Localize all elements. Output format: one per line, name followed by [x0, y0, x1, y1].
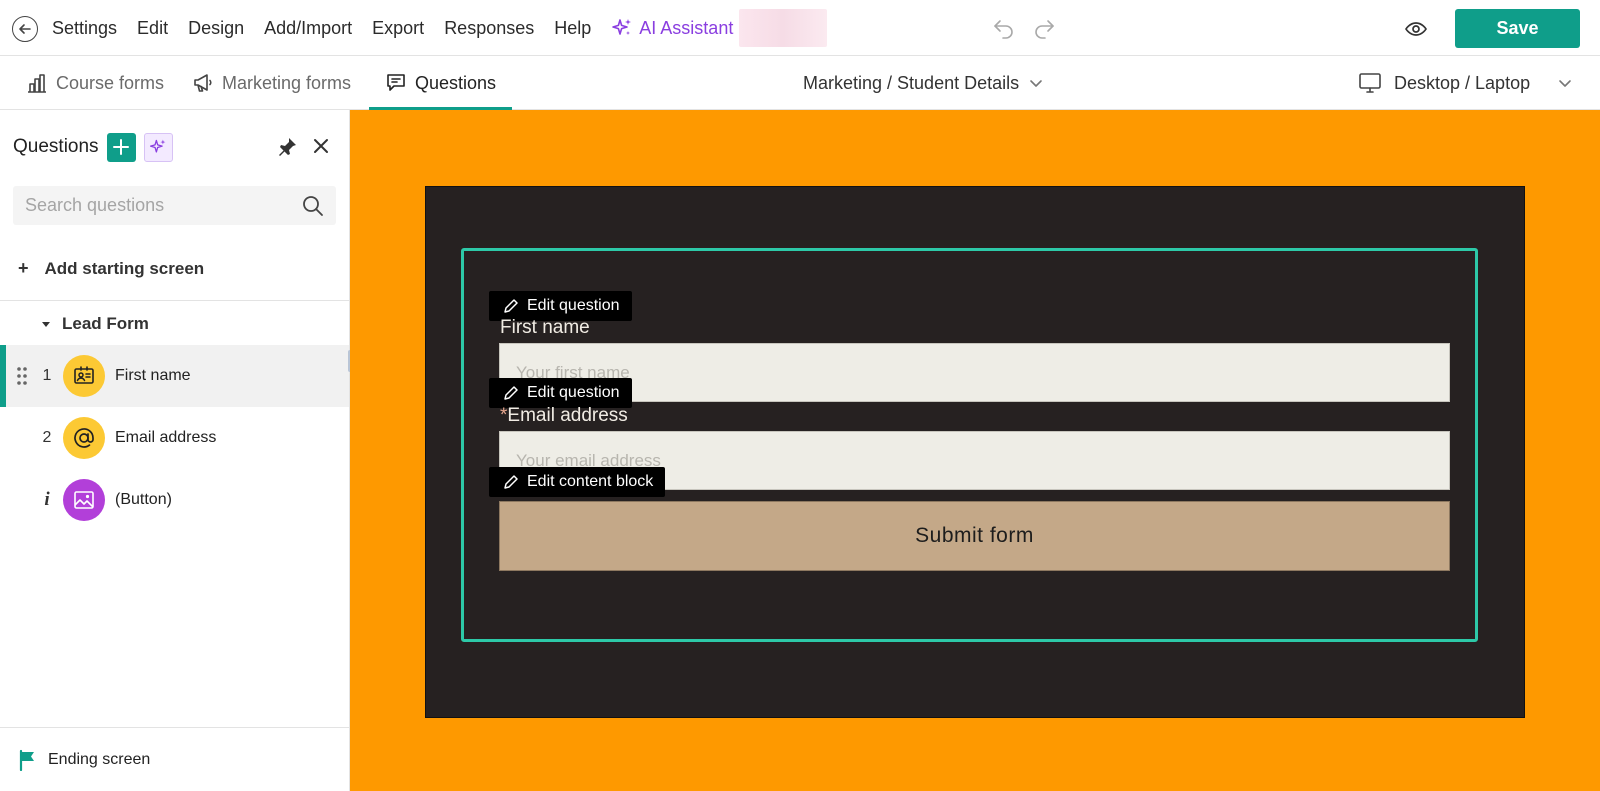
plus-icon: + — [18, 258, 29, 278]
form-breadcrumb-dropdown[interactable]: Marketing / Student Details — [803, 56, 1043, 110]
menu-edit[interactable]: Edit — [137, 18, 168, 39]
caret-down-icon — [42, 322, 50, 327]
menu-export[interactable]: Export — [372, 18, 424, 39]
redo-icon — [1035, 20, 1054, 39]
menu-help[interactable]: Help — [554, 18, 591, 39]
id-card-icon — [63, 355, 105, 397]
main-menu: Settings Edit Design Add/Import Export R… — [52, 0, 828, 56]
first-name-input[interactable] — [499, 343, 1450, 402]
form-card: Edit question First name Edit question *… — [425, 186, 1525, 718]
sparkle-icon — [612, 19, 632, 35]
top-menu-bar: Settings Edit Design Add/Import Export R… — [0, 0, 1600, 56]
email-address-label: *Email address — [500, 405, 628, 427]
secondary-toolbar: Course forms Marketing forms Questions M… — [0, 56, 1600, 110]
pencil-icon — [504, 299, 518, 313]
questions-sidebar: Questions + Add starting sc — [0, 110, 350, 791]
tab-label: Course forms — [56, 72, 165, 93]
drag-handle-icon[interactable] — [16, 366, 28, 386]
device-selector[interactable]: Desktop / Laptop — [1358, 56, 1572, 110]
plus-icon — [113, 139, 130, 155]
search-icon[interactable] — [302, 195, 324, 217]
back-button[interactable] — [12, 16, 38, 42]
question-number: 2 — [42, 429, 52, 446]
save-button[interactable]: Save — [1455, 9, 1580, 48]
sidebar-header: Questions — [13, 132, 173, 162]
device-label: Desktop / Laptop — [1394, 72, 1531, 93]
search-box — [13, 186, 336, 225]
sparkle-icon — [150, 139, 166, 153]
arrow-left-icon — [19, 24, 31, 34]
menu-add-import[interactable]: Add/Import — [264, 18, 352, 39]
sidebar-title: Questions — [13, 136, 99, 157]
flag-icon — [19, 749, 34, 771]
divider — [0, 300, 349, 301]
close-sidebar-button[interactable] — [313, 138, 329, 154]
question-item-first-name[interactable]: 1 First name — [0, 345, 349, 407]
bar-chart-icon — [28, 74, 46, 93]
menu-design[interactable]: Design — [188, 18, 244, 39]
add-starting-screen-label: Add starting screen — [44, 258, 205, 278]
question-label: First name — [115, 367, 191, 384]
ending-screen-label: Ending screen — [48, 750, 151, 768]
preview-button[interactable] — [1403, 16, 1429, 42]
question-number: 1 — [42, 367, 52, 384]
close-icon — [314, 139, 328, 153]
pin-sidebar-button[interactable] — [276, 136, 298, 158]
chat-questions-icon — [387, 74, 405, 91]
ai-assistant-button[interactable]: AI Assistant — [611, 17, 733, 39]
question-item-button[interactable]: i (Button) — [0, 469, 349, 531]
eye-icon — [1405, 22, 1427, 36]
tab-marketing-forms[interactable]: Marketing forms — [192, 56, 351, 110]
section-toggle-lead-form[interactable]: Lead Form — [40, 314, 149, 334]
submit-form-button[interactable]: Submit form — [499, 501, 1450, 571]
edit-content-block-button[interactable]: Edit content block — [489, 467, 666, 497]
tab-course-forms[interactable]: Course forms — [26, 56, 164, 110]
ending-screen-item[interactable]: Ending screen — [0, 727, 349, 791]
tab-questions[interactable]: Questions — [368, 56, 513, 110]
ai-assistant-label: AI Assistant — [639, 17, 734, 38]
info-marker: i — [44, 489, 50, 510]
add-question-button[interactable] — [106, 132, 136, 162]
edit-question-button[interactable]: Edit question — [489, 378, 632, 408]
edit-question-label: Edit question — [527, 297, 620, 314]
breadcrumb-label: Marketing / Student Details — [803, 72, 1020, 93]
undo-button[interactable] — [992, 16, 1016, 40]
tab-label: Questions — [415, 72, 497, 93]
chevron-down-icon — [1559, 80, 1571, 87]
add-starting-screen-button[interactable]: + Add starting screen — [18, 258, 204, 279]
question-item-email-address[interactable]: 2 Email address — [0, 407, 349, 469]
history-controls — [992, 16, 1056, 40]
pencil-icon — [504, 475, 518, 489]
form-preview-canvas: Edit question First name Edit question *… — [350, 110, 1600, 791]
monitor-icon — [1359, 73, 1381, 93]
at-sign-icon — [63, 417, 105, 459]
first-name-label: First name — [500, 317, 590, 338]
menu-settings[interactable]: Settings — [52, 18, 117, 39]
pencil-icon — [504, 386, 518, 400]
question-label: (Button) — [115, 491, 172, 508]
pin-icon — [279, 138, 296, 156]
redo-button[interactable] — [1032, 16, 1056, 40]
chevron-down-icon — [1030, 80, 1042, 87]
redacted-area — [739, 9, 828, 47]
email-label-text: Email address — [507, 405, 628, 426]
menu-responses[interactable]: Responses — [444, 18, 534, 39]
edit-question-label: Edit question — [527, 384, 620, 401]
image-icon — [63, 479, 105, 521]
question-label: Email address — [115, 429, 217, 446]
ai-generate-question-button[interactable] — [143, 132, 173, 162]
search-input[interactable] — [13, 186, 336, 225]
megaphone-icon — [194, 74, 212, 92]
edit-content-block-label: Edit content block — [527, 473, 654, 490]
section-label: Lead Form — [62, 314, 149, 333]
tab-label: Marketing forms — [222, 72, 352, 93]
undo-icon — [994, 20, 1013, 39]
